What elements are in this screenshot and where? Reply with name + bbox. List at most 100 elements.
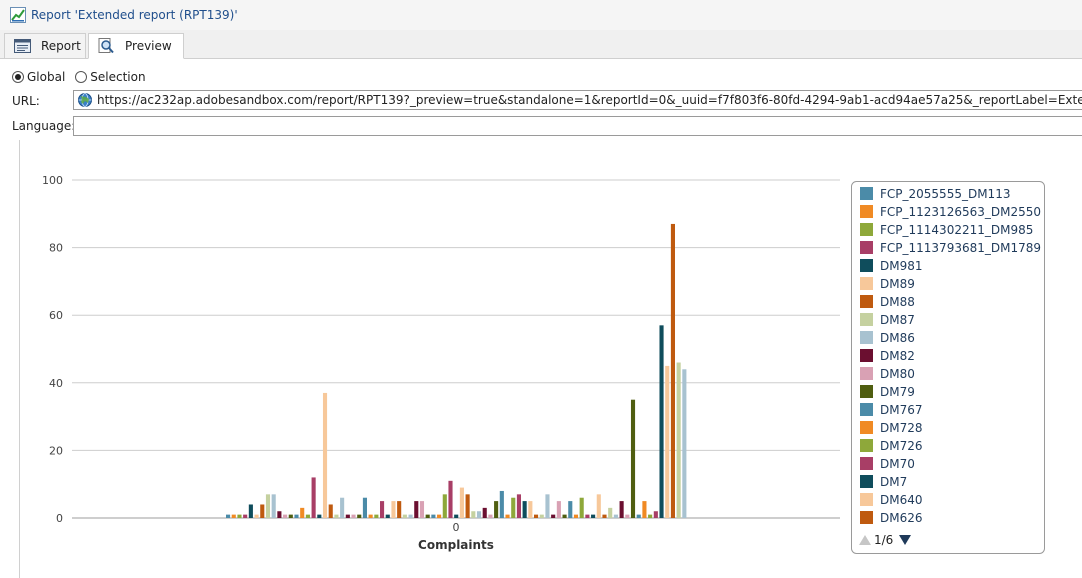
y-tick-label: 80 [49, 242, 63, 255]
legend-item-label[interactable]: DM87 [880, 313, 915, 327]
bar [454, 514, 459, 518]
legend-swatch[interactable] [860, 421, 873, 434]
bar [311, 477, 316, 518]
bar [659, 325, 664, 518]
bar [636, 514, 641, 518]
bar [476, 511, 482, 518]
bar [265, 494, 271, 518]
legend-swatch[interactable] [860, 223, 873, 236]
legend-swatch[interactable] [860, 493, 873, 506]
legend-item-label[interactable]: DM88 [880, 295, 915, 309]
bar [254, 514, 259, 518]
bar [630, 399, 636, 518]
bar [682, 369, 687, 518]
legend-swatch[interactable] [860, 349, 873, 362]
bar [340, 497, 345, 518]
legend-item-label[interactable]: DM728 [880, 421, 923, 435]
bar [408, 514, 413, 518]
legend-swatch[interactable] [860, 457, 873, 470]
bar [317, 514, 322, 518]
bar [334, 514, 339, 518]
legend-item-label[interactable]: DM626 [880, 511, 923, 525]
bar [665, 365, 670, 518]
complaints-bar-chart: 0 20 40 60 80 100 0 Complaints FCP_2055555_DM113… [42, 174, 1045, 554]
legend-item-label[interactable]: DM82 [880, 349, 915, 363]
legend-swatch[interactable] [860, 313, 873, 326]
bar [425, 514, 430, 518]
legend-item-label[interactable]: DM80 [880, 367, 915, 381]
legend-item-label[interactable]: DM70 [880, 457, 915, 471]
legend-swatch[interactable] [860, 295, 873, 308]
bar [391, 501, 396, 518]
legend-item-label[interactable]: FCP_1113793681_DM1789 [880, 241, 1041, 255]
bar [625, 514, 630, 518]
bar [670, 223, 675, 518]
bar [551, 514, 556, 518]
bar [442, 494, 447, 518]
legend-swatch[interactable] [860, 475, 873, 488]
bar [414, 501, 419, 518]
legend-item-label[interactable]: DM726 [880, 439, 923, 453]
bar [545, 494, 550, 518]
bar [608, 507, 613, 518]
bar [328, 504, 333, 518]
legend-swatch[interactable] [860, 259, 873, 272]
legend-item-label[interactable]: DM89 [880, 277, 915, 291]
bar [642, 501, 647, 518]
bar [494, 501, 499, 518]
legend-swatch[interactable] [860, 277, 873, 290]
bar [602, 514, 607, 518]
legend-swatch[interactable] [860, 511, 873, 524]
bar [499, 490, 504, 518]
bar [522, 501, 527, 518]
y-tick-label: 100 [42, 174, 63, 187]
y-tick-label: 0 [56, 512, 63, 525]
bar [402, 514, 407, 518]
bar [385, 514, 390, 518]
legend-item-label[interactable]: FCP_1114302211_DM985 [880, 223, 1033, 237]
legend-swatch[interactable] [860, 187, 873, 200]
x-tick-label: 0 [453, 521, 460, 534]
bar [459, 487, 464, 518]
bar [419, 501, 425, 518]
legend-swatch[interactable] [860, 439, 873, 452]
bar [471, 511, 476, 518]
bar [511, 497, 516, 518]
x-axis-label: Complaints [418, 538, 494, 552]
bar [294, 514, 299, 518]
legend-swatch[interactable] [860, 403, 873, 416]
bar [300, 507, 305, 518]
legend-swatch[interactable] [860, 331, 873, 344]
legend-item-label[interactable]: DM981 [880, 259, 923, 273]
bar [579, 497, 584, 518]
legend-item-label[interactable]: DM640 [880, 493, 923, 507]
bar [357, 514, 362, 518]
legend-item-label[interactable]: FCP_1123126563_DM2550 [880, 205, 1041, 219]
bar [248, 504, 253, 518]
bar [505, 514, 510, 518]
bar [243, 514, 248, 518]
bar [556, 501, 561, 518]
legend-item-label[interactable]: DM79 [880, 385, 915, 399]
bar [374, 514, 379, 518]
legend-item-label[interactable]: DM86 [880, 331, 915, 345]
y-tick-label: 20 [49, 444, 63, 457]
bar [277, 511, 282, 518]
legend-swatch[interactable] [860, 367, 873, 380]
bar [271, 494, 276, 518]
legend-swatch[interactable] [860, 241, 873, 254]
legend-swatch[interactable] [860, 205, 873, 218]
bar [288, 514, 293, 518]
legend-swatch[interactable] [860, 385, 873, 398]
bar [283, 514, 288, 518]
legend-item-label[interactable]: DM767 [880, 403, 923, 417]
bar [448, 480, 453, 518]
bar [226, 514, 231, 518]
bar [437, 514, 442, 518]
bar [488, 514, 493, 518]
bar [619, 501, 624, 518]
legend-item-label[interactable]: DM7 [880, 475, 907, 489]
bar [368, 514, 373, 518]
bar [305, 514, 310, 518]
legend-item-label[interactable]: FCP_2055555_DM113 [880, 187, 1010, 201]
